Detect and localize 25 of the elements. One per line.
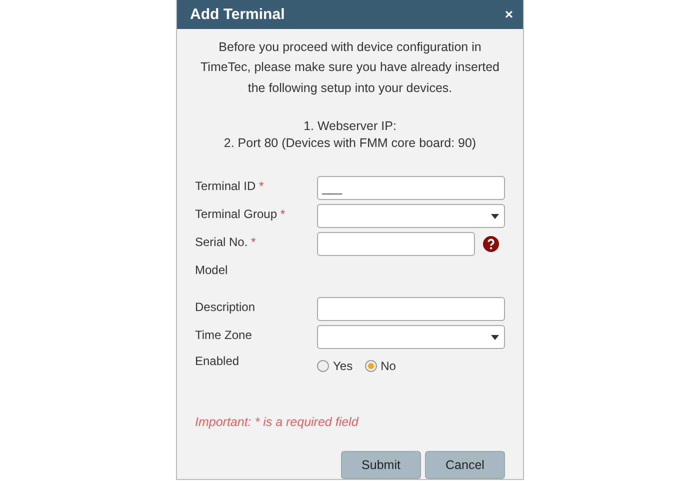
setup-step: 1. Webserver IP: [304,118,396,135]
setup-step: 2. Port 80 (Devices with FMM core board: 90) [224,135,476,152]
instruction-text: Before you proceed with device configuration in TimeTec, please make sure you have already inserted the following setup into your devices. [200,38,500,97]
field-label: Description [195,299,256,315]
help-icon[interactable] [483,236,499,252]
radio-option[interactable]: No [364,359,396,373]
dialog-title: Add Terminal [190,6,285,23]
field-label: Model [195,262,229,278]
field-label: Serial No. * [195,234,257,250]
text-field[interactable] [317,297,505,321]
text-field[interactable] [317,232,475,256]
dropdown-field[interactable] [317,325,505,349]
field-label: Time Zone [195,327,253,343]
dropdown-field[interactable] [317,204,505,228]
submit-button[interactable]: Submit [341,451,421,479]
dropdown-caret-icon [491,214,499,218]
field-label: Terminal ID * [195,178,265,194]
required-note: Important: * is a required field [195,415,360,429]
radio-option[interactable]: Yes [317,359,353,373]
field-label: Terminal Group * [195,206,286,222]
cancel-button[interactable]: Cancel [425,451,505,479]
field-label: Enabled [195,353,240,369]
dropdown-caret-icon [491,334,499,340]
text-field[interactable]: ___ [317,176,505,200]
close-button[interactable]: × [504,6,513,22]
